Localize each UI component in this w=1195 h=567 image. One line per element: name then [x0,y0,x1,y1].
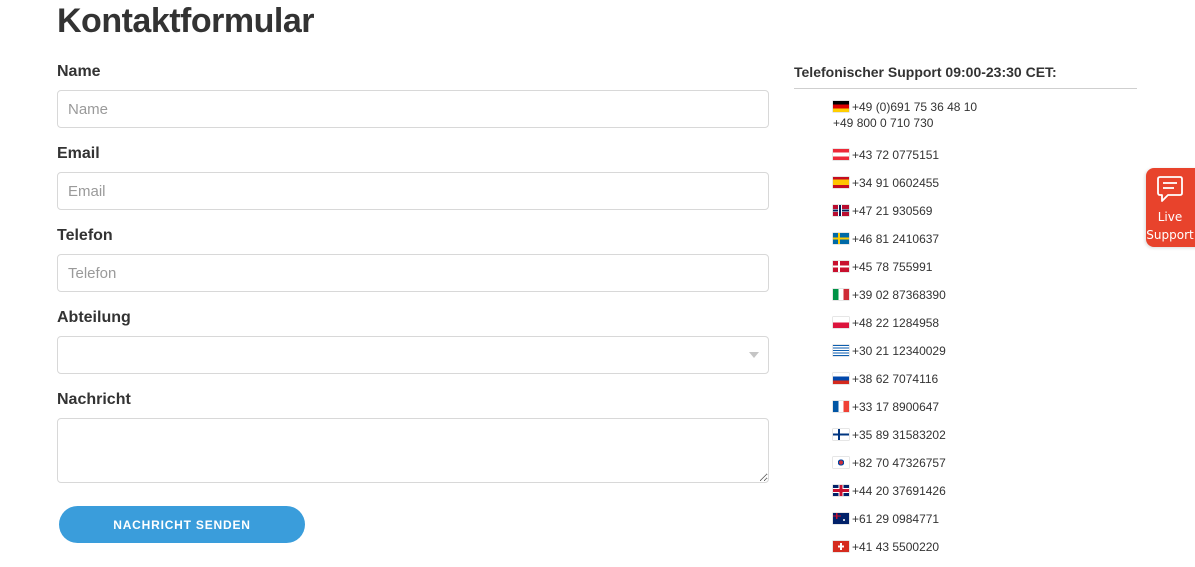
phone-number: +82 70 47326757 [852,456,946,470]
phone-item: +46 81 2410637 [833,231,977,259]
phone-number: +49 800 0 710 730 [833,116,934,130]
phone-item: +49 (0)691 75 36 48 10 +49 800 0 710 730 [833,99,977,147]
phone-item: +44 20 37691426 [833,483,977,511]
email-input[interactable] [57,172,769,210]
phone-label: Telefon [57,227,113,244]
switzerland-flag-icon [833,541,849,552]
live-support-button[interactable]: Live Support [1146,168,1195,247]
greece-flag-icon [833,345,849,356]
email-label: Email [57,145,100,162]
message-label: Nachricht [57,391,131,408]
phone-number: +39 02 87368390 [852,288,946,302]
dropdown-caret-icon [749,352,759,358]
phone-number: +30 21 12340029 [852,344,946,358]
phone-number: +44 20 37691426 [852,484,946,498]
live-support-line2: Support [1146,228,1194,242]
name-label: Name [57,63,101,80]
department-label: Abteilung [57,309,131,326]
phone-item: +43 72 0775151 [833,147,977,175]
south-korea-flag-icon [833,457,849,468]
phone-number: +41 43 5500220 [852,540,940,554]
austria-flag-icon [833,149,849,160]
divider [794,88,1137,89]
phone-item: +39 02 87368390 [833,287,977,315]
phone-item: +33 17 8900647 [833,399,977,427]
phone-item: +41 43 5500220 [833,539,977,567]
chat-bubble-icon [1157,176,1183,202]
germany-flag-icon [833,101,849,112]
italy-flag-icon [833,289,849,300]
phone-number: +35 89 31583202 [852,428,946,442]
send-message-button[interactable]: NACHRICHT SENDEN [59,506,305,543]
norway-flag-icon [833,205,849,216]
phone-number: +47 21 930569 [852,204,933,218]
uk-flag-icon [833,485,849,496]
phone-number: +43 72 0775151 [852,148,940,162]
australia-flag-icon [833,513,849,524]
phone-item: +30 21 12340029 [833,343,977,371]
spain-flag-icon [833,177,849,188]
live-support-label: Live Support [1146,208,1194,244]
denmark-flag-icon [833,261,849,272]
phone-list: +49 (0)691 75 36 48 10 +49 800 0 710 730… [833,99,977,567]
name-input[interactable] [57,90,769,128]
phone-number: +46 81 2410637 [852,232,940,246]
france-flag-icon [833,401,849,412]
phone-item: +48 22 1284958 [833,315,977,343]
phone-number: +48 22 1284958 [852,316,940,330]
phone-number: +49 (0)691 75 36 48 10 [852,100,978,114]
poland-flag-icon [833,317,849,328]
finland-flag-icon [833,429,849,440]
live-support-line1: Live [1157,210,1183,224]
phone-number: +45 78 755991 [852,260,933,274]
phone-item: +82 70 47326757 [833,455,977,483]
department-select-value[interactable] [57,336,769,374]
page-title: Kontaktformular [57,2,314,40]
phone-item: +34 91 0602455 [833,175,977,203]
phone-item: +35 89 31583202 [833,427,977,455]
phone-item: +45 78 755991 [833,259,977,287]
phone-input[interactable] [57,254,769,292]
support-heading: Telefonischer Support 09:00-23:30 CET: [794,64,1057,80]
phone-number: +33 17 8900647 [852,400,940,414]
message-textarea[interactable] [57,418,769,483]
phone-item: +47 21 930569 [833,203,977,231]
phone-number: +34 91 0602455 [852,176,940,190]
phone-item: +61 29 0984771 [833,511,977,539]
phone-number: +38 62 7074116 [852,372,939,386]
phone-number: +61 29 0984771 [852,512,940,526]
department-select[interactable] [57,336,769,374]
phone-item: +38 62 7074116 [833,371,977,399]
sweden-flag-icon [833,233,849,244]
slovenia-flag-icon [833,373,849,384]
